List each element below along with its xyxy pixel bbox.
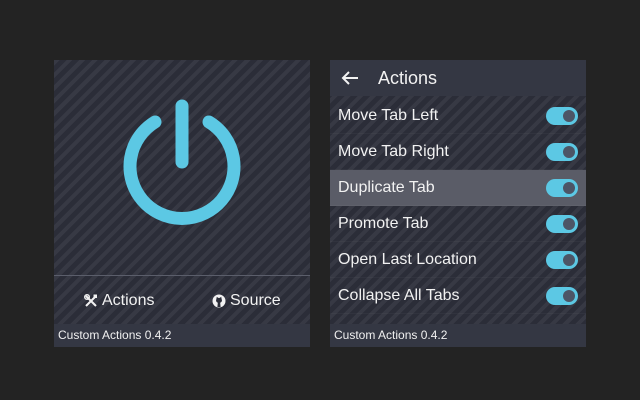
actions-header: Actions [330,60,586,96]
action-label: Move Tab Left [338,106,439,124]
toggle-knob [563,289,575,302]
actions-popup-body: Actions Move Tab Left Move Tab Right Dupli… [330,60,586,324]
divider [54,275,310,276]
action-row[interactable]: Move Tab Right [330,134,586,170]
power-icon[interactable] [114,94,250,230]
actions-link[interactable]: Actions [84,288,154,314]
action-row[interactable]: Open Last Location [330,242,586,278]
source-link-label: Source [230,292,281,309]
action-label: Promote Tab [338,214,429,232]
source-link[interactable]: Source [212,288,281,314]
arrow-left-icon[interactable] [340,68,360,88]
action-row[interactable]: Promote Tab [330,206,586,242]
action-row[interactable]: Duplicate Tab [330,170,586,206]
action-toggle[interactable] [546,286,578,305]
action-toggle[interactable] [546,214,578,233]
toggle-knob [563,217,575,230]
tools-icon [84,294,97,307]
toggle-knob [563,253,575,266]
github-icon [212,294,226,308]
action-row[interactable]: Collapse All Tabs [330,278,586,314]
action-label: Move Tab Right [338,142,449,160]
main-popup-body: Actions Source [54,60,310,324]
main-popup: Actions Source Custom Actions 0.4.2 [54,60,310,347]
actions-popup: Actions Move Tab Left Move Tab Right Dupli… [330,60,586,347]
version-footer: Custom Actions 0.4.2 [330,324,586,347]
version-footer: Custom Actions 0.4.2 [54,324,310,347]
action-label: Open Last Location [338,250,477,268]
toggle-knob [563,145,575,158]
action-toggle[interactable] [546,142,578,161]
page-title: Actions [378,67,438,88]
action-label: Duplicate Tab [338,178,435,196]
action-toggle[interactable] [546,250,578,269]
toggle-knob [563,109,575,122]
action-row[interactable]: Move Tab Left [330,98,586,134]
action-list: Move Tab Left Move Tab Right Duplicate Tab… [330,98,586,314]
actions-link-label: Actions [102,292,155,309]
action-toggle[interactable] [546,106,578,125]
action-toggle[interactable] [546,178,578,197]
action-label: Collapse All Tabs [338,286,460,304]
toggle-knob [563,181,575,194]
